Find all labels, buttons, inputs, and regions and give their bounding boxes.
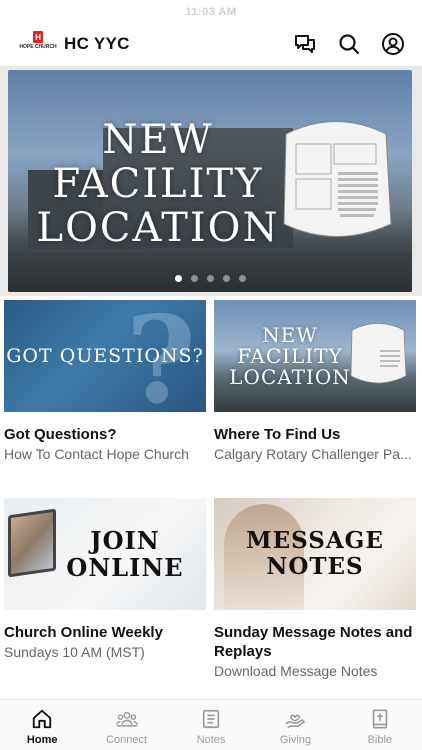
tab-connect[interactable]: Connect <box>84 700 168 750</box>
card-image: MESSAGE NOTES <box>214 498 416 610</box>
tab-home[interactable]: Home <box>0 700 84 750</box>
card-title: Where To Find Us <box>214 426 341 443</box>
tab-bible[interactable]: Bible <box>338 700 422 750</box>
notes-icon <box>202 709 220 729</box>
tab-label: Notes <box>196 734 226 746</box>
carousel-dots <box>8 275 412 282</box>
logo-text: HOPE CHURCH <box>19 44 57 50</box>
tab-label: Connect <box>106 734 148 746</box>
card-title: Church Online Weekly <box>4 624 163 641</box>
tab-bar: Home Connect Notes Giving Bible <box>0 699 422 750</box>
card-image-text: GOT QUESTIONS? <box>6 344 204 367</box>
card-image: ? GOT QUESTIONS? <box>4 300 206 412</box>
card-subtitle: How To Contact Hope Church <box>4 446 189 462</box>
tab-giving[interactable]: Giving <box>253 700 337 750</box>
card-image: JOIN ONLINE <box>4 498 206 610</box>
card-image-text: JOIN ONLINE <box>66 526 184 582</box>
tab-label: Bible <box>367 734 393 746</box>
church-logo: H HOPE CHURCH <box>19 31 57 57</box>
home-icon <box>33 709 52 729</box>
chat-icon[interactable] <box>292 31 318 57</box>
app-title: HC YYC <box>64 34 130 53</box>
app-header: H HOPE CHURCH HC YYC <box>0 22 422 66</box>
card-image-text: MESSAGE NOTES <box>246 527 384 580</box>
hero-title: NEW FACILITY LOCATION <box>36 117 280 251</box>
status-bar: 11:03 AM <box>0 0 422 22</box>
search-icon[interactable] <box>336 31 362 57</box>
card-where-to-find-us[interactable]: NEW FACILITY LOCATION Where To Find Us C… <box>214 300 416 498</box>
card-church-online[interactable]: JOIN ONLINE Church Online Weekly Sundays… <box>4 498 206 696</box>
hero-carousel[interactable]: NEW FACILITY LOCATION <box>8 70 412 292</box>
card-subtitle: Download Message Notes <box>214 663 378 679</box>
card-subtitle: Sundays 10 AM (MST) <box>4 644 145 660</box>
card-image: NEW FACILITY LOCATION <box>214 300 416 412</box>
card-image-text: NEW FACILITY LOCATION <box>229 322 351 389</box>
logo-mark: H <box>33 31 43 43</box>
carousel-dot[interactable] <box>206 275 214 282</box>
giving-icon <box>285 714 306 728</box>
profile-icon[interactable] <box>380 31 406 57</box>
card-title: Got Questions? <box>4 426 117 443</box>
tab-label: Home <box>26 734 58 746</box>
content-grid: ? GOT QUESTIONS? Got Questions? How To C… <box>0 296 422 696</box>
hero-ground <box>8 252 412 292</box>
hero-section: NEW FACILITY LOCATION <box>0 66 422 296</box>
tab-notes[interactable]: Notes <box>169 700 253 750</box>
floor-plan-graphic <box>283 121 392 237</box>
carousel-dot[interactable] <box>238 275 246 282</box>
bible-icon <box>372 709 388 729</box>
carousel-dot[interactable] <box>222 275 230 282</box>
card-title: Sunday Message Notes and Replays <box>214 624 413 660</box>
carousel-dot[interactable] <box>190 275 198 282</box>
status-time: 11:03 AM <box>185 6 237 18</box>
people-icon <box>115 711 138 727</box>
card-subtitle: Calgary Rotary Challenger Pa... <box>214 446 412 462</box>
carousel-dot-active[interactable] <box>174 275 182 282</box>
card-got-questions[interactable]: ? GOT QUESTIONS? Got Questions? How To C… <box>4 300 206 498</box>
tab-label: Giving <box>279 734 312 746</box>
card-message-notes[interactable]: MESSAGE NOTES Sunday Message Notes and R… <box>214 498 416 696</box>
